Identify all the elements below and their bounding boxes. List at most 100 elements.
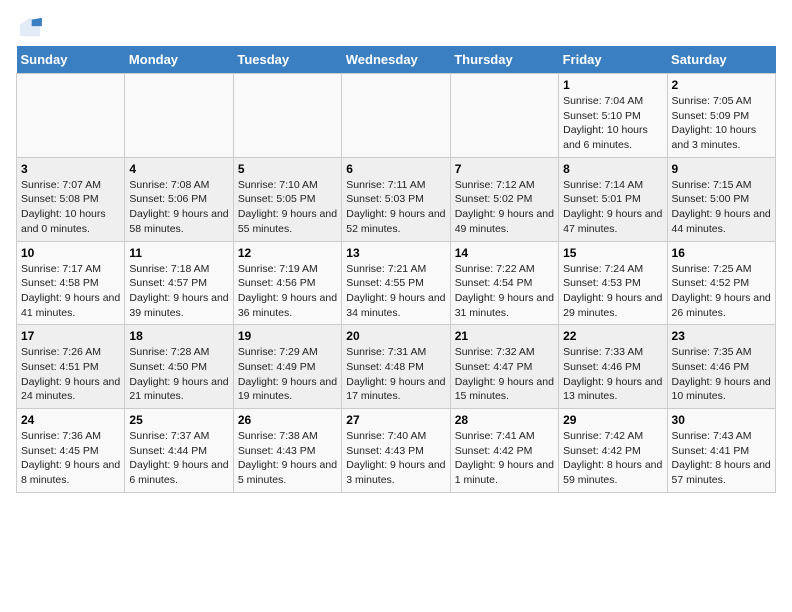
day-info: Sunrise: 7:05 AM Sunset: 5:09 PM Dayligh… xyxy=(672,94,771,153)
day-info: Sunrise: 7:15 AM Sunset: 5:00 PM Dayligh… xyxy=(672,178,771,237)
day-number: 29 xyxy=(563,413,662,427)
calendar-cell-w3d4: 13 Sunrise: 7:21 AM Sunset: 4:55 PM Dayli… xyxy=(342,241,450,325)
week-row-2: 3 Sunrise: 7:07 AM Sunset: 5:08 PM Daylig… xyxy=(17,157,776,241)
day-number: 19 xyxy=(238,329,337,343)
calendar-cell-w5d7: 30 Sunrise: 7:43 AM Sunset: 4:41 PM Dayli… xyxy=(667,409,775,493)
weekday-header-saturday: Saturday xyxy=(667,46,775,74)
calendar-cell-w2d4: 6 Sunrise: 7:11 AM Sunset: 5:03 PM Daylig… xyxy=(342,157,450,241)
calendar-cell-w2d7: 9 Sunrise: 7:15 AM Sunset: 5:00 PM Daylig… xyxy=(667,157,775,241)
day-number: 26 xyxy=(238,413,337,427)
calendar-cell-w1d5 xyxy=(450,74,558,158)
day-number: 25 xyxy=(129,413,228,427)
calendar-cell-w5d2: 25Sunrise: 7:37 AM Sunset: 4:44 PM Dayli… xyxy=(125,409,233,493)
calendar-cell-w2d6: 8 Sunrise: 7:14 AM Sunset: 5:01 PM Daylig… xyxy=(559,157,667,241)
day-number: 10 xyxy=(21,246,120,260)
day-number: 12 xyxy=(238,246,337,260)
day-info: Sunrise: 7:11 AM Sunset: 5:03 PM Dayligh… xyxy=(346,178,445,237)
logo-icon xyxy=(16,16,44,38)
calendar-cell-w5d4: 27 Sunrise: 7:40 AM Sunset: 4:43 PM Dayli… xyxy=(342,409,450,493)
day-info: Sunrise: 7:31 AM Sunset: 4:48 PM Dayligh… xyxy=(346,345,445,404)
day-info: Sunrise: 7:22 AM Sunset: 4:54 PM Dayligh… xyxy=(455,262,554,321)
day-number: 30 xyxy=(672,413,771,427)
calendar-cell-w5d3: 26 Sunrise: 7:38 AM Sunset: 4:43 PM Dayli… xyxy=(233,409,341,493)
day-number: 18 xyxy=(129,329,228,343)
calendar-cell-w2d1: 3 Sunrise: 7:07 AM Sunset: 5:08 PM Daylig… xyxy=(17,157,125,241)
calendar-cell-w5d1: 24 Sunrise: 7:36 AM Sunset: 4:45 PM Dayli… xyxy=(17,409,125,493)
day-info: Sunrise: 7:12 AM Sunset: 5:02 PM Dayligh… xyxy=(455,178,554,237)
day-number: 13 xyxy=(346,246,445,260)
day-number: 28 xyxy=(455,413,554,427)
calendar-cell-w3d7: 16Sunrise: 7:25 AM Sunset: 4:52 PM Dayli… xyxy=(667,241,775,325)
day-info: Sunrise: 7:07 AM Sunset: 5:08 PM Dayligh… xyxy=(21,178,120,237)
day-number: 5 xyxy=(238,162,337,176)
calendar-cell-w4d4: 20 Sunrise: 7:31 AM Sunset: 4:48 PM Dayli… xyxy=(342,325,450,409)
day-number: 8 xyxy=(563,162,662,176)
day-info: Sunrise: 7:36 AM Sunset: 4:45 PM Dayligh… xyxy=(21,429,120,488)
day-info: Sunrise: 7:10 AM Sunset: 5:05 PM Dayligh… xyxy=(238,178,337,237)
weekday-header-friday: Friday xyxy=(559,46,667,74)
day-info: Sunrise: 7:35 AM Sunset: 4:46 PM Dayligh… xyxy=(672,345,771,404)
day-info: Sunrise: 7:17 AM Sunset: 4:58 PM Dayligh… xyxy=(21,262,120,321)
day-info: Sunrise: 7:14 AM Sunset: 5:01 PM Dayligh… xyxy=(563,178,662,237)
day-info: Sunrise: 7:38 AM Sunset: 4:43 PM Dayligh… xyxy=(238,429,337,488)
day-info: Sunrise: 7:29 AM Sunset: 4:49 PM Dayligh… xyxy=(238,345,337,404)
calendar-cell-w4d5: 21 Sunrise: 7:32 AM Sunset: 4:47 PM Dayli… xyxy=(450,325,558,409)
day-number: 27 xyxy=(346,413,445,427)
day-number: 7 xyxy=(455,162,554,176)
calendar-cell-w2d3: 5 Sunrise: 7:10 AM Sunset: 5:05 PM Daylig… xyxy=(233,157,341,241)
day-number: 3 xyxy=(21,162,120,176)
calendar-cell-w3d6: 15Sunrise: 7:24 AM Sunset: 4:53 PM Dayli… xyxy=(559,241,667,325)
logo xyxy=(16,16,48,38)
week-row-3: 10 Sunrise: 7:17 AM Sunset: 4:58 PM Dayli… xyxy=(17,241,776,325)
calendar-cell-w4d1: 17 Sunrise: 7:26 AM Sunset: 4:51 PM Dayli… xyxy=(17,325,125,409)
calendar-cell-w2d5: 7 Sunrise: 7:12 AM Sunset: 5:02 PM Daylig… xyxy=(450,157,558,241)
day-number: 11 xyxy=(129,246,228,260)
calendar-cell-w3d5: 14 Sunrise: 7:22 AM Sunset: 4:54 PM Dayli… xyxy=(450,241,558,325)
day-number: 20 xyxy=(346,329,445,343)
weekday-header-sunday: Sunday xyxy=(17,46,125,74)
calendar-cell-w1d6: 1 Sunrise: 7:04 AM Sunset: 5:10 PM Daylig… xyxy=(559,74,667,158)
calendar-cell-w1d1 xyxy=(17,74,125,158)
weekday-header-thursday: Thursday xyxy=(450,46,558,74)
day-info: Sunrise: 7:40 AM Sunset: 4:43 PM Dayligh… xyxy=(346,429,445,488)
day-number: 17 xyxy=(21,329,120,343)
week-row-5: 24 Sunrise: 7:36 AM Sunset: 4:45 PM Dayli… xyxy=(17,409,776,493)
day-info: Sunrise: 7:33 AM Sunset: 4:46 PM Dayligh… xyxy=(563,345,662,404)
weekday-header-wednesday: Wednesday xyxy=(342,46,450,74)
day-number: 14 xyxy=(455,246,554,260)
day-number: 24 xyxy=(21,413,120,427)
calendar-cell-w2d2: 4Sunrise: 7:08 AM Sunset: 5:06 PM Daylig… xyxy=(125,157,233,241)
day-number: 9 xyxy=(672,162,771,176)
day-info: Sunrise: 7:25 AM Sunset: 4:52 PM Dayligh… xyxy=(672,262,771,321)
calendar-cell-w5d5: 28 Sunrise: 7:41 AM Sunset: 4:42 PM Dayli… xyxy=(450,409,558,493)
day-number: 1 xyxy=(563,78,662,92)
calendar-cell-w1d3 xyxy=(233,74,341,158)
calendar-cell-w1d4 xyxy=(342,74,450,158)
calendar-cell-w4d6: 22Sunrise: 7:33 AM Sunset: 4:46 PM Dayli… xyxy=(559,325,667,409)
day-info: Sunrise: 7:41 AM Sunset: 4:42 PM Dayligh… xyxy=(455,429,554,488)
day-number: 6 xyxy=(346,162,445,176)
weekday-header-row: SundayMondayTuesdayWednesdayThursdayFrid… xyxy=(17,46,776,74)
calendar-body: 1 Sunrise: 7:04 AM Sunset: 5:10 PM Daylig… xyxy=(17,74,776,493)
day-info: Sunrise: 7:04 AM Sunset: 5:10 PM Dayligh… xyxy=(563,94,662,153)
day-number: 2 xyxy=(672,78,771,92)
calendar-table: SundayMondayTuesdayWednesdayThursdayFrid… xyxy=(16,46,776,493)
header xyxy=(16,16,776,38)
calendar-cell-w3d3: 12 Sunrise: 7:19 AM Sunset: 4:56 PM Dayli… xyxy=(233,241,341,325)
calendar-cell-w4d3: 19 Sunrise: 7:29 AM Sunset: 4:49 PM Dayli… xyxy=(233,325,341,409)
day-number: 23 xyxy=(672,329,771,343)
week-row-1: 1 Sunrise: 7:04 AM Sunset: 5:10 PM Daylig… xyxy=(17,74,776,158)
calendar-cell-w4d7: 23 Sunrise: 7:35 AM Sunset: 4:46 PM Dayli… xyxy=(667,325,775,409)
day-info: Sunrise: 7:21 AM Sunset: 4:55 PM Dayligh… xyxy=(346,262,445,321)
day-info: Sunrise: 7:43 AM Sunset: 4:41 PM Dayligh… xyxy=(672,429,771,488)
calendar-cell-w4d2: 18Sunrise: 7:28 AM Sunset: 4:50 PM Dayli… xyxy=(125,325,233,409)
day-info: Sunrise: 7:32 AM Sunset: 4:47 PM Dayligh… xyxy=(455,345,554,404)
day-info: Sunrise: 7:26 AM Sunset: 4:51 PM Dayligh… xyxy=(21,345,120,404)
weekday-header-tuesday: Tuesday xyxy=(233,46,341,74)
calendar-cell-w1d7: 2 Sunrise: 7:05 AM Sunset: 5:09 PM Daylig… xyxy=(667,74,775,158)
calendar-cell-w3d1: 10 Sunrise: 7:17 AM Sunset: 4:58 PM Dayli… xyxy=(17,241,125,325)
calendar-cell-w1d2 xyxy=(125,74,233,158)
day-info: Sunrise: 7:19 AM Sunset: 4:56 PM Dayligh… xyxy=(238,262,337,321)
day-number: 4 xyxy=(129,162,228,176)
day-number: 21 xyxy=(455,329,554,343)
